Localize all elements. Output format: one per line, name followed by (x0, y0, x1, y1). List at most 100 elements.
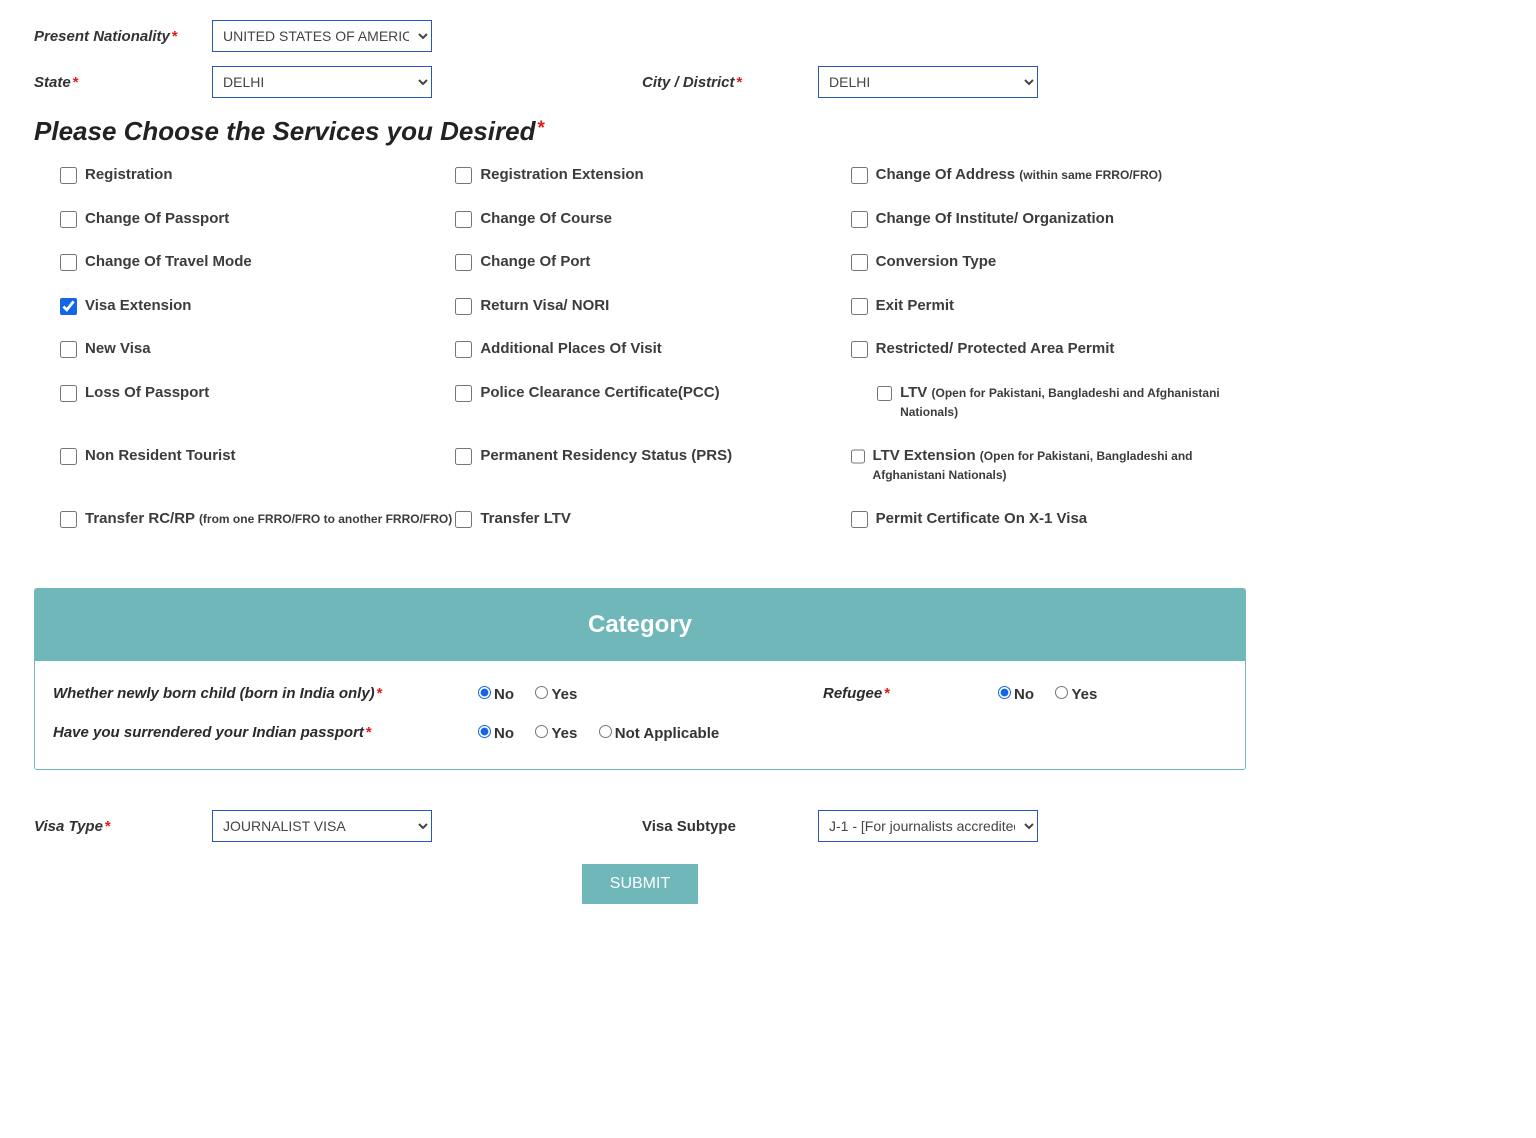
service-item: Visa Extension (60, 296, 455, 316)
service-item: Transfer RC/RP (from one FRRO/FRO to ano… (60, 509, 455, 529)
service-checkbox[interactable] (60, 254, 77, 271)
opt-yes-text: Yes (551, 686, 577, 703)
service-checkbox[interactable] (60, 448, 77, 465)
service-label: Visa Extension (85, 296, 191, 316)
service-item: Exit Permit (851, 296, 1246, 316)
service-item: New Visa (60, 339, 455, 359)
service-item: Restricted/ Protected Area Permit (851, 339, 1246, 359)
service-sublabel: (within same FRRO/FRO) (1019, 168, 1162, 182)
required-marker: * (105, 818, 111, 835)
service-checkbox[interactable] (877, 385, 892, 402)
surrender-yes-radio[interactable] (535, 725, 548, 738)
service-label: Non Resident Tourist (85, 446, 236, 466)
service-checkbox[interactable] (60, 167, 77, 184)
service-checkbox[interactable] (60, 341, 77, 358)
service-checkbox[interactable] (455, 167, 472, 184)
service-item: Change Of Port (455, 252, 850, 272)
service-item: Transfer LTV (455, 509, 850, 529)
service-item: Additional Places Of Visit (455, 339, 850, 359)
nationality-select[interactable]: UNITED STATES OF AMERICA (212, 20, 432, 52)
opt-no-text: No (494, 686, 514, 703)
city-select[interactable]: DELHI (818, 66, 1038, 98)
service-label: Additional Places Of Visit (480, 339, 661, 359)
opt-yes-text: Yes (1071, 686, 1097, 703)
opt-no-text: No (1014, 686, 1034, 703)
required-marker: * (737, 74, 743, 91)
service-item: Conversion Type (851, 252, 1246, 272)
service-label: Registration (85, 165, 173, 185)
refugee-label: Refugee (823, 685, 882, 702)
service-item: Non Resident Tourist (60, 446, 455, 485)
service-checkbox[interactable] (60, 511, 77, 528)
state-select[interactable]: DELHI (212, 66, 432, 98)
service-checkbox[interactable] (455, 448, 472, 465)
required-marker: * (172, 28, 178, 45)
service-checkbox[interactable] (851, 167, 868, 184)
service-label: Change Of Address (within same FRRO/FRO) (876, 165, 1162, 185)
service-checkbox[interactable] (455, 298, 472, 315)
service-item: Change Of Travel Mode (60, 252, 455, 272)
service-checkbox[interactable] (60, 211, 77, 228)
service-checkbox[interactable] (455, 254, 472, 271)
refugee-no-radio[interactable] (998, 686, 1011, 699)
service-checkbox[interactable] (60, 298, 77, 315)
service-checkbox[interactable] (60, 385, 77, 402)
opt-na-text: Not Applicable (615, 725, 719, 742)
services-grid: RegistrationRegistration ExtensionChange… (34, 165, 1246, 528)
category-card: Category Whether newly born child (born … (34, 588, 1246, 770)
service-label: Return Visa/ NORI (480, 296, 609, 316)
surrender-radio-group: No Yes Not Applicable (473, 722, 1227, 743)
service-item: Police Clearance Certificate(PCC) (455, 383, 850, 422)
service-checkbox[interactable] (455, 211, 472, 228)
service-label: Change Of Institute/ Organization (876, 209, 1114, 229)
service-checkbox[interactable] (851, 254, 868, 271)
refugee-yes-radio[interactable] (1055, 686, 1068, 699)
service-label: New Visa (85, 339, 151, 359)
service-item: Permit Certificate On X-1 Visa (851, 509, 1246, 529)
service-checkbox[interactable] (851, 298, 868, 315)
refugee-radio-group: No Yes (993, 683, 1109, 704)
visa-subtype-label: Visa Subtype (642, 818, 818, 835)
category-header: Category (35, 589, 1245, 661)
service-item: Loss Of Passport (60, 383, 455, 422)
required-marker: * (73, 74, 79, 91)
service-item: Registration (60, 165, 455, 185)
service-item: Change Of Course (455, 209, 850, 229)
service-sublabel: (from one FRRO/FRO to another FRRO/FRO) (199, 512, 452, 526)
surrender-no-radio[interactable] (478, 725, 491, 738)
service-label: Transfer LTV (480, 509, 571, 529)
service-label: Restricted/ Protected Area Permit (876, 339, 1115, 359)
newborn-radio-group: No Yes (473, 683, 823, 704)
required-marker: * (884, 685, 890, 702)
services-title: Please Choose the Services you Desired* (34, 116, 1246, 147)
newborn-no-radio[interactable] (478, 686, 491, 699)
service-checkbox[interactable] (851, 511, 868, 528)
required-marker: * (377, 685, 383, 702)
service-label: Change Of Passport (85, 209, 229, 229)
service-item: LTV (Open for Pakistani, Bangladeshi and… (851, 383, 1246, 422)
submit-button[interactable]: SUBMIT (582, 864, 698, 904)
service-checkbox[interactable] (851, 211, 868, 228)
service-item: Change Of Institute/ Organization (851, 209, 1246, 229)
visa-type-select[interactable]: JOURNALIST VISA (212, 810, 432, 842)
service-checkbox[interactable] (851, 341, 868, 358)
service-label: Change Of Course (480, 209, 612, 229)
service-checkbox[interactable] (455, 511, 472, 528)
service-checkbox[interactable] (455, 341, 472, 358)
required-marker: * (537, 118, 544, 139)
service-label: Change Of Port (480, 252, 590, 272)
service-label: Permanent Residency Status (PRS) (480, 446, 732, 466)
service-label: Police Clearance Certificate(PCC) (480, 383, 719, 403)
service-checkbox[interactable] (455, 385, 472, 402)
service-checkbox[interactable] (851, 448, 865, 465)
nationality-label: Present Nationality (34, 28, 170, 45)
service-label: Exit Permit (876, 296, 954, 316)
city-label: City / District (642, 74, 735, 91)
newborn-yes-radio[interactable] (535, 686, 548, 699)
service-label: Loss Of Passport (85, 383, 209, 403)
service-label: Permit Certificate On X-1 Visa (876, 509, 1087, 529)
surrender-na-radio[interactable] (599, 725, 612, 738)
visa-subtype-select[interactable]: J-1 - [For journalists accredited] (818, 810, 1038, 842)
service-item: Return Visa/ NORI (455, 296, 850, 316)
service-label: Change Of Travel Mode (85, 252, 252, 272)
